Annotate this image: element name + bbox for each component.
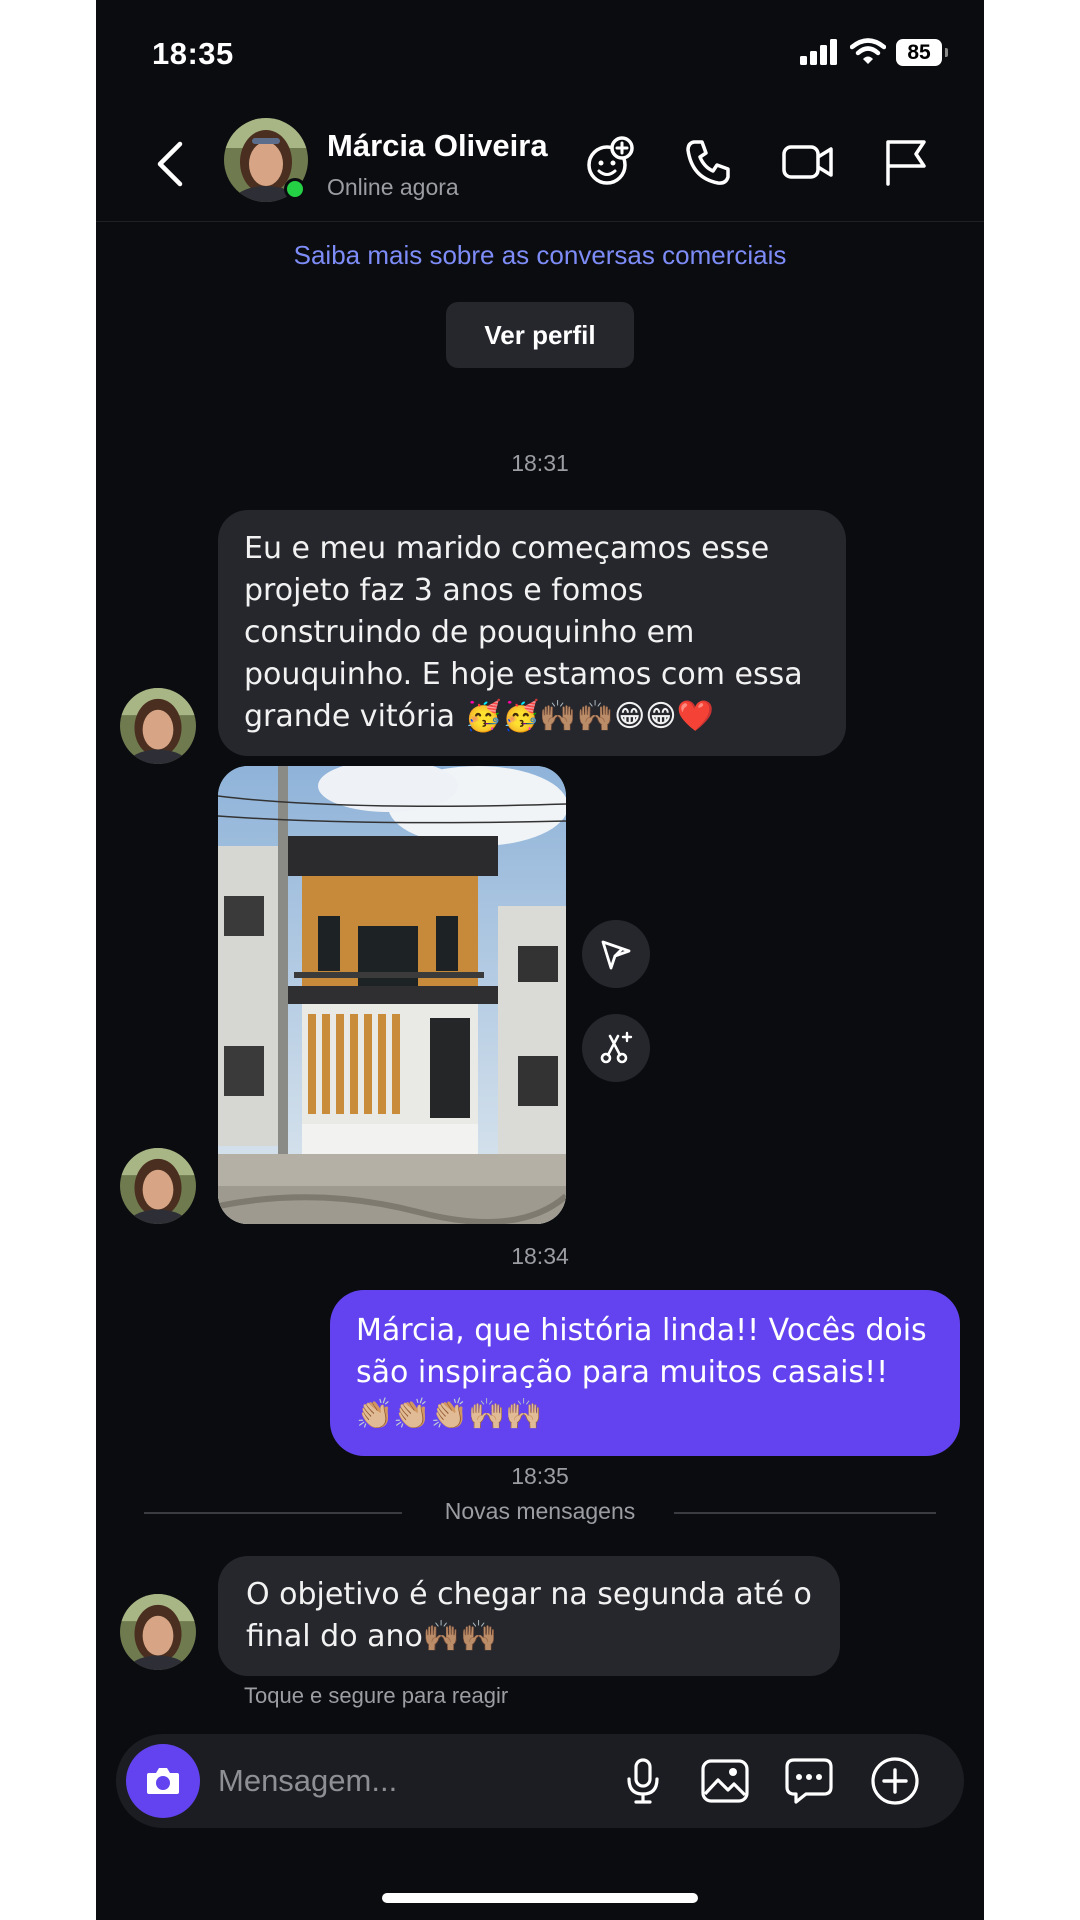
status-time: 18:35 <box>152 36 234 71</box>
cellular-signal-icon <box>800 39 837 65</box>
phone-icon[interactable] <box>680 134 736 190</box>
back-chevron-icon[interactable] <box>150 138 190 190</box>
video-call-icon[interactable] <box>780 134 836 190</box>
send-icon <box>601 940 631 970</box>
remix-icon <box>600 1031 633 1064</box>
view-profile-button[interactable]: Ver perfil <box>446 302 634 368</box>
share-button[interactable] <box>582 920 650 988</box>
message-composer <box>116 1734 964 1828</box>
message-timestamp: 18:31 <box>511 450 569 476</box>
contact-name[interactable]: Márcia Oliveira <box>327 128 548 164</box>
camera-icon <box>147 1768 179 1794</box>
message-input[interactable] <box>218 1758 598 1804</box>
chat-bubble-icon[interactable] <box>782 1754 836 1808</box>
business-chat-info-link[interactable]: Saiba mais sobre as conversas comerciais <box>96 240 984 271</box>
plus-circle-icon[interactable] <box>868 1754 922 1808</box>
camera-button[interactable] <box>126 1744 200 1818</box>
message-timestamp: 18:34 <box>511 1243 569 1269</box>
home-indicator[interactable] <box>382 1893 698 1903</box>
chat-header: Márcia Oliveira Online agora <box>96 112 984 222</box>
wifi-icon <box>850 38 886 64</box>
online-status-dot <box>284 178 306 200</box>
message-timestamp: 18:35 <box>511 1463 569 1489</box>
chat-screen: 18:35 85 Márcia Oliveira Online agora Sa… <box>96 0 984 1920</box>
divider-line-right <box>674 1512 936 1514</box>
remix-button[interactable] <box>582 1014 650 1082</box>
incoming-message-bubble[interactable]: Eu e meu marido começamos esse projeto f… <box>218 510 846 756</box>
flag-icon[interactable] <box>878 134 934 190</box>
contact-avatar-small[interactable] <box>120 1148 196 1224</box>
status-icons: 85 <box>800 38 948 66</box>
reaction-hint: Toque e segure para reagir <box>244 1683 509 1708</box>
microphone-icon[interactable] <box>616 1754 670 1808</box>
add-friend-icon[interactable] <box>582 134 638 190</box>
contact-avatar-small[interactable] <box>120 688 196 764</box>
contact-avatar-small[interactable] <box>120 1594 196 1670</box>
incoming-message-bubble[interactable]: O objetivo é chegar na segunda até o fin… <box>218 1556 840 1676</box>
outgoing-message-bubble[interactable]: Márcia, que história linda!! Vocês dois … <box>330 1290 960 1456</box>
gallery-icon[interactable] <box>698 1754 752 1808</box>
house-photo-message[interactable] <box>218 766 566 1224</box>
battery-indicator: 85 <box>896 38 948 66</box>
contact-status: Online agora <box>327 174 459 200</box>
